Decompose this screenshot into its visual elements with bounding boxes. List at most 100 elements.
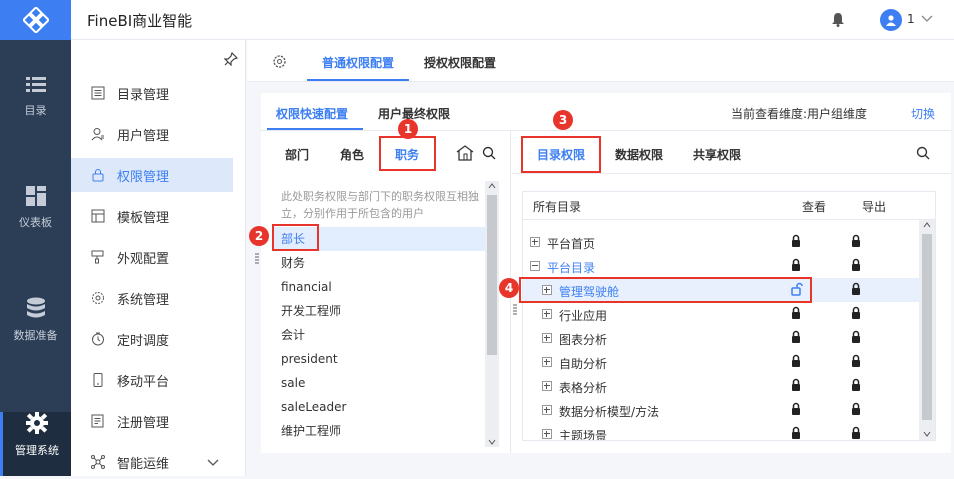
settings-icon[interactable] xyxy=(272,54,287,69)
menu-item-system[interactable]: 系统管理 xyxy=(71,281,233,315)
menu-item-schedule[interactable]: 定时调度 xyxy=(71,322,233,356)
menu-item-permissions[interactable]: 权限管理 xyxy=(71,158,233,192)
table-row[interactable]: 数据分析模型/方法 xyxy=(523,398,919,422)
lock-icon[interactable] xyxy=(851,426,861,440)
lock-icon[interactable] xyxy=(851,378,861,392)
tab-department[interactable]: 部门 xyxy=(285,146,309,163)
catalog-icon xyxy=(91,86,105,100)
lock-icon[interactable] xyxy=(791,426,801,440)
lock-icon[interactable] xyxy=(851,282,861,296)
avatar[interactable] xyxy=(880,9,902,31)
table-row[interactable]: 图表分析 xyxy=(523,326,919,350)
role-item[interactable]: financial xyxy=(273,275,485,299)
rail-item-label: 仪表板 xyxy=(19,216,52,229)
annotation-badge-3: 3 xyxy=(553,110,573,130)
lock-icon[interactable] xyxy=(851,234,861,248)
expand-icon[interactable] xyxy=(530,237,540,247)
table-row[interactable]: 自助分析 xyxy=(523,350,919,374)
lock-icon[interactable] xyxy=(791,402,801,416)
pin-icon[interactable] xyxy=(224,52,238,66)
tab-role[interactable]: 角色 xyxy=(340,146,364,163)
expand-icon[interactable] xyxy=(542,381,552,391)
bell-icon[interactable] xyxy=(831,12,845,27)
role-list-scrollbar[interactable] xyxy=(485,181,499,447)
lock-icon[interactable] xyxy=(851,402,861,416)
chevron-down-icon[interactable] xyxy=(207,457,219,467)
role-item[interactable]: 维护工程师 xyxy=(273,419,485,443)
catalog-scrollbar[interactable] xyxy=(919,220,935,440)
menu-item-register[interactable]: 注册管理 xyxy=(71,404,233,438)
menu-item-users[interactable]: 用户管理 xyxy=(71,117,233,151)
scrollbar-thumb[interactable] xyxy=(487,195,497,355)
tab-grant-permissions[interactable]: 授权权限配置 xyxy=(424,54,496,71)
rail-item-catalog[interactable]: 目录 xyxy=(0,76,71,146)
scrollbar-thumb[interactable] xyxy=(922,234,932,420)
switch-dimension-link[interactable]: 切换 xyxy=(911,105,935,122)
chevron-down-icon[interactable] xyxy=(923,431,931,437)
lock-icon[interactable] xyxy=(791,258,801,272)
lock-icon[interactable] xyxy=(791,354,801,368)
search-icon[interactable] xyxy=(482,146,496,160)
chevron-up-icon[interactable] xyxy=(488,183,496,189)
lock-icon[interactable] xyxy=(851,258,861,272)
catalog-permission-table: 所有目录 查看 导出 平台首页 平台目录 管理驾驶舱 行业应用 图表分析 自助分… xyxy=(522,191,936,441)
role-item[interactable]: 财务 xyxy=(273,251,485,275)
menu-item-mobile[interactable]: 移动平台 xyxy=(71,363,233,397)
brush-icon xyxy=(91,250,105,264)
role-pane: 部门 角色 职务 此处职务权限与部门下的职务权限互相独立，分别作用于所包含的用户… xyxy=(261,131,511,453)
role-item[interactable]: sale xyxy=(273,371,485,395)
table-row[interactable]: 行业应用 xyxy=(523,302,919,326)
menu-item-templates[interactable]: 模板管理 xyxy=(71,199,233,233)
lock-icon[interactable] xyxy=(791,378,801,392)
lock-icon[interactable] xyxy=(791,234,801,248)
table-row[interactable]: 平台目录 xyxy=(523,254,919,278)
role-item[interactable]: 开发工程师 xyxy=(273,299,485,323)
role-item[interactable]: president xyxy=(273,347,485,371)
table-row[interactable]: 平台首页 xyxy=(523,230,919,254)
expand-icon[interactable] xyxy=(542,357,552,367)
dashboard-icon xyxy=(25,186,46,206)
menu-item-ops[interactable]: 智能运维 xyxy=(71,445,233,479)
rail-item-data-prep[interactable]: 数据准备 xyxy=(0,297,71,367)
content-tabs: 普通权限配置 授权权限配置 xyxy=(247,40,954,82)
rail-item-admin[interactable]: 管理系统 xyxy=(0,412,71,476)
app-logo[interactable] xyxy=(0,0,71,40)
menu-item-catalog[interactable]: 目录管理 xyxy=(71,76,233,110)
tab-general-permissions[interactable]: 普通权限配置 xyxy=(322,54,394,71)
drag-handle-icon[interactable] xyxy=(513,304,517,316)
table-row[interactable]: 表格分析 xyxy=(523,374,919,398)
register-icon xyxy=(91,414,105,428)
mobile-icon xyxy=(91,373,105,387)
search-icon[interactable] xyxy=(916,146,930,160)
drag-handle-icon[interactable] xyxy=(255,253,259,265)
lock-icon[interactable] xyxy=(851,354,861,368)
tab-final-permissions[interactable]: 用户最终权限 xyxy=(378,105,450,122)
table-row[interactable]: 主题场景 xyxy=(523,422,919,440)
tab-data-permission[interactable]: 数据权限 xyxy=(615,146,663,163)
annotation-box-catalog-tab xyxy=(521,136,601,173)
expand-icon[interactable] xyxy=(542,429,552,439)
tab-quick-config[interactable]: 权限快速配置 xyxy=(276,105,348,122)
expand-icon[interactable] xyxy=(542,333,552,343)
menu-item-appearance[interactable]: 外观配置 xyxy=(71,240,233,274)
lock-icon[interactable] xyxy=(791,306,801,320)
list-icon xyxy=(25,77,46,92)
tab-share-permission[interactable]: 共享权限 xyxy=(693,146,741,163)
chevron-down-icon[interactable] xyxy=(488,439,496,445)
role-item[interactable]: 会计 xyxy=(273,323,485,347)
chevron-up-icon[interactable] xyxy=(923,222,931,228)
lock-icon[interactable] xyxy=(851,330,861,344)
expand-icon[interactable] xyxy=(542,309,552,319)
menu-item-label: 智能运维 xyxy=(117,456,170,472)
lock-icon[interactable] xyxy=(791,330,801,344)
active-tab-indicator xyxy=(307,79,409,81)
role-item[interactable]: saleLeader xyxy=(273,395,485,419)
collapse-icon[interactable] xyxy=(530,261,540,271)
chevron-down-icon[interactable] xyxy=(921,13,933,23)
expand-icon[interactable] xyxy=(542,405,552,415)
user-name[interactable]: 1 xyxy=(907,12,915,26)
menu-item-label: 目录管理 xyxy=(117,87,170,103)
building-icon[interactable] xyxy=(456,145,474,161)
rail-item-dashboard[interactable]: 仪表板 xyxy=(0,186,71,256)
lock-icon[interactable] xyxy=(851,306,861,320)
